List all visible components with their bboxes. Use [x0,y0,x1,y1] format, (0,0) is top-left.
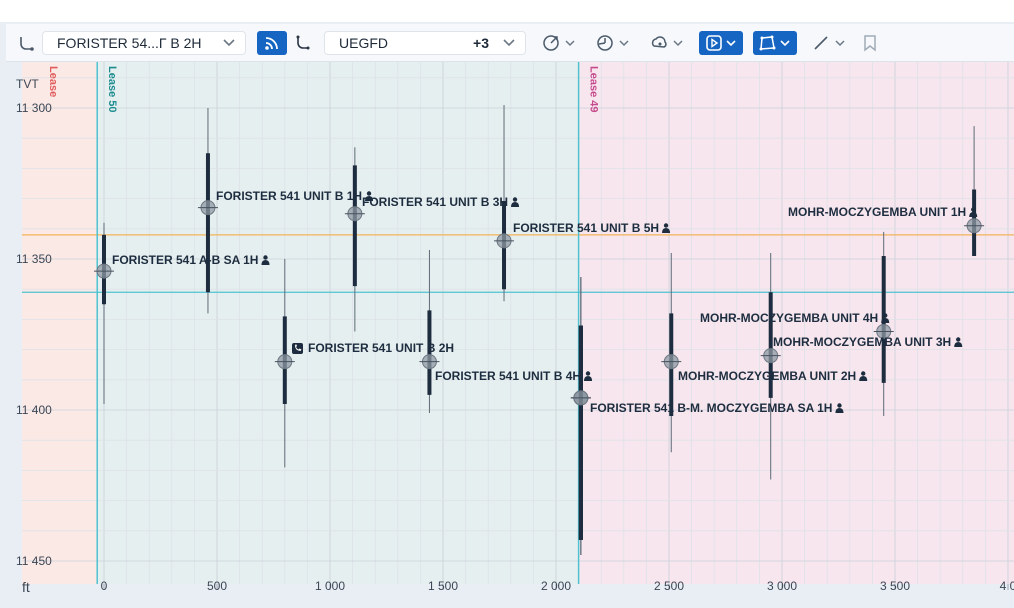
person-icon-head [861,371,866,376]
play-square-menu-button[interactable] [699,31,743,55]
person-icon-head [971,207,976,212]
lease-region-left [22,62,98,584]
route-icon[interactable] [16,31,38,55]
chart-svg: Lease Lease 50 Lease 49 FORISTER 541 A-B S… [16,62,1014,595]
lease-label-1: Lease 50 [106,66,118,112]
well-label: FORISTER 541 UNIT B 3H [362,195,508,209]
person-icon-head [663,223,669,228]
y-tick-label: 11 400 [16,403,52,417]
person-icon-head [837,403,842,408]
well-label: FORISTER 541 UNIT B 1H [216,189,362,203]
tvt-chart[interactable]: Lease Lease 50 Lease 49 FORISTER 541 A-B S… [6,62,1014,608]
x-tick-label: 0 [101,579,108,593]
well-label: FORISTER 541 UNIT B 4H [435,369,581,383]
well-label: FORISTER 541 UNIT B 2H [308,341,454,355]
clock-menu-button[interactable] [593,31,633,55]
polygon-icon [758,34,792,52]
x-axis-unit: ft [22,579,30,595]
well-label: FORISTER 541 UNIT B 5H [513,221,659,235]
line-tool-icon [812,34,846,52]
signal-toggle-button[interactable] [257,31,287,55]
person-icon-head [512,197,518,202]
well-label: MOHR-MOCZYGEMBA UNIT 3H [773,335,951,349]
formation-select[interactable]: UEGFD +3 [324,31,526,55]
lease-region-50 [97,62,579,584]
lease-label-2: Lease 49 [588,66,600,112]
y-tick-label: 11 350 [16,252,52,266]
chevron-down-icon [503,39,515,47]
well-label: FORISTER 541 B-M. MOCZYGEMBA SA 1H [590,401,832,415]
person-icon-head [883,313,888,318]
polygon-menu-button[interactable] [753,31,797,55]
target-icon [542,34,576,52]
x-tick-label: 2 500 [654,579,684,593]
wifi-signal-icon [263,34,281,52]
well-select[interactable]: FORISTER 54...Г В 2Н [42,31,246,55]
clock-icon [596,34,630,52]
play-square-icon [704,34,738,52]
bookmark-icon [863,34,877,52]
cloud-icon [650,34,684,52]
well-label: MOHR-MOCZYGEMBA UNIT 2H [678,369,856,383]
well-label: MOHR-MOCZYGEMBA UNIT 4H [700,311,878,325]
x-tick-label: 500 [207,579,227,593]
target-menu-button[interactable] [539,31,579,55]
y-tick-label: 11 300 [16,101,52,115]
y-tick-label: 11 450 [16,554,52,568]
person-icon-head [585,371,591,376]
line-tool-menu-button[interactable] [809,31,849,55]
person-icon-head [956,337,961,342]
y-axis-title: TVT [16,77,39,91]
toolbar: FORISTER 54...Г В 2Н UEGFD +3 [6,24,1014,62]
x-tick-label: 3 500 [880,579,910,593]
lease-label-0: Lease [47,66,59,97]
well-select-label: FORISTER 54...Г В 2Н [57,35,202,51]
phone-icon [292,343,303,354]
formation-select-label: UEGFD [339,35,388,51]
x-tick-label: 4 0 [1000,579,1014,593]
well-label: FORISTER 541 A-B SA 1H [112,253,258,267]
phone-icon-bg [292,343,303,354]
x-tick-label: 2 000 [541,579,571,593]
chevron-down-icon [223,39,235,47]
x-tick-label: 3 000 [767,579,797,593]
person-icon-head [263,255,268,260]
top-strip [0,0,1014,22]
x-tick-label: 1 000 [315,579,345,593]
well-label: MOHR-MOCZYGEMBA UNIT 1H [788,205,966,219]
bookmark-button[interactable] [858,31,882,55]
formation-extra-count: +3 [473,35,489,51]
well-path-icon[interactable] [290,31,316,55]
cloud-menu-button[interactable] [647,31,687,55]
x-tick-label: 1 500 [428,579,458,593]
